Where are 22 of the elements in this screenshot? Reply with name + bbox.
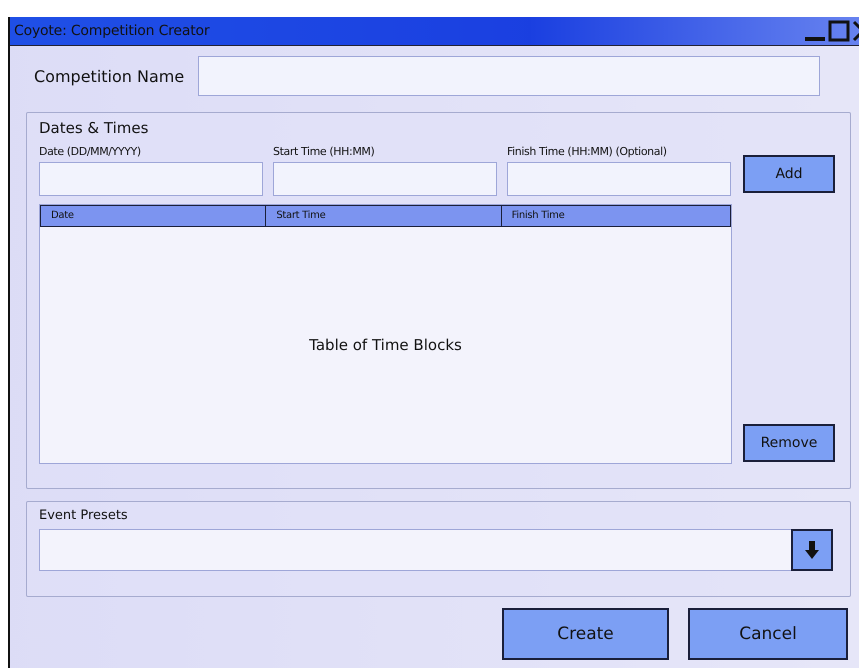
maximize-icon[interactable] (828, 19, 850, 43)
field-label: Start Time (HH:MM) (273, 145, 376, 158)
competition-name-label: Competition Name (34, 66, 184, 86)
field-label: Finish Time (HH:MM) (Optional) (507, 145, 668, 158)
event-presets-label: Event Presets (39, 508, 129, 523)
add-button[interactable]: Add (743, 155, 835, 193)
column-header[interactable]: Finish Time (502, 206, 730, 226)
dialog-button[interactable]: Create (502, 608, 669, 660)
dialog-button[interactable]: Cancel (688, 608, 848, 660)
column-header[interactable]: Date (41, 206, 266, 226)
column-header[interactable]: Start Time (266, 206, 502, 226)
window-title: Coyote: Competition Creator (13, 23, 210, 39)
input-field[interactable] (507, 162, 731, 196)
field-label: Date (DD/MM/YYYY) (39, 145, 142, 158)
group-title: Dates & Times (39, 119, 150, 137)
event-presets-dropdown[interactable] (39, 529, 833, 571)
competition-name-field[interactable] (198, 56, 820, 96)
remove-button[interactable]: Remove (743, 424, 835, 462)
input-field[interactable] (39, 162, 263, 196)
down-arrow-icon (804, 540, 820, 560)
input-field[interactable] (273, 162, 497, 196)
table-placeholder-text: Table of Time Blocks (309, 336, 462, 354)
